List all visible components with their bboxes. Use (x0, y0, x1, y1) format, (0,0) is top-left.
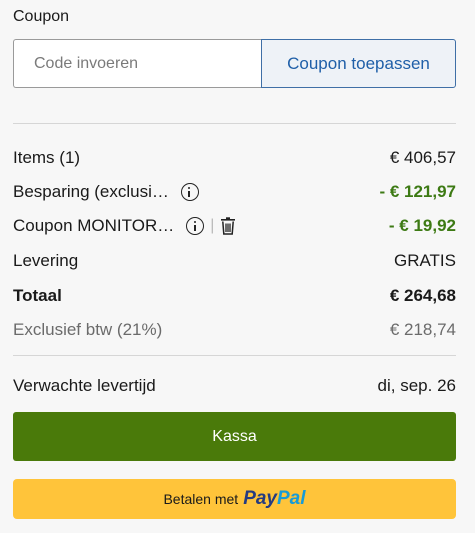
delivery-label: Levering (13, 251, 79, 270)
delivery-value: GRATIS (393, 251, 456, 270)
paypal-logo-pal: Pal (277, 488, 306, 509)
paypal-prefix: Betalen met (163, 491, 239, 507)
items-value: € 406,57 (389, 148, 456, 167)
summary-row-delivery: Levering GRATIS (13, 249, 456, 273)
expected-delivery-value: di, sep. 26 (377, 376, 456, 395)
coupon-form: Coupon toepassen (13, 39, 456, 88)
info-icon[interactable] (180, 183, 199, 201)
coupon-title: Coupon (13, 8, 70, 25)
summary-row-coupon: Coupon MONITOR… | - € 19,92 (13, 214, 456, 238)
summary-row-excl-vat: Exclusief btw (21%) € 218,74 (13, 318, 456, 342)
checkout-button[interactable]: Kassa (13, 412, 456, 461)
summary-row-savings: Besparing (exclusi… - € 121,97 (13, 180, 456, 204)
paypal-logo-pay: Pay (243, 488, 277, 509)
coupon-code-input[interactable] (13, 39, 261, 88)
summary-row-total: Totaal € 264,68 (13, 284, 456, 308)
total-label: Totaal (13, 286, 62, 305)
coupon-applied-label: Coupon MONITOR… (13, 216, 175, 235)
savings-value: - € 121,97 (379, 182, 456, 201)
excl-vat-label: Exclusief btw (21%) (13, 320, 163, 339)
divider (13, 355, 456, 356)
separator: | (210, 217, 215, 234)
excl-vat-value: € 218,74 (389, 320, 456, 339)
total-value: € 264,68 (389, 286, 456, 305)
coupon-discount-value: - € 19,92 (388, 216, 456, 235)
paypal-button[interactable]: Betalen met Pay Pal (13, 479, 456, 519)
trash-icon[interactable] (220, 217, 236, 235)
summary-row-items: Items (1) € 406,57 (13, 146, 456, 170)
items-label: Items (1) (13, 148, 81, 167)
expected-delivery-label: Verwachte levertijd (13, 376, 156, 395)
divider (13, 123, 456, 124)
savings-label: Besparing (exclusi… (13, 182, 169, 201)
expected-delivery-row: Verwachte levertijd di, sep. 26 (13, 374, 456, 398)
apply-coupon-button[interactable]: Coupon toepassen (261, 39, 456, 88)
info-icon[interactable] (186, 217, 205, 235)
